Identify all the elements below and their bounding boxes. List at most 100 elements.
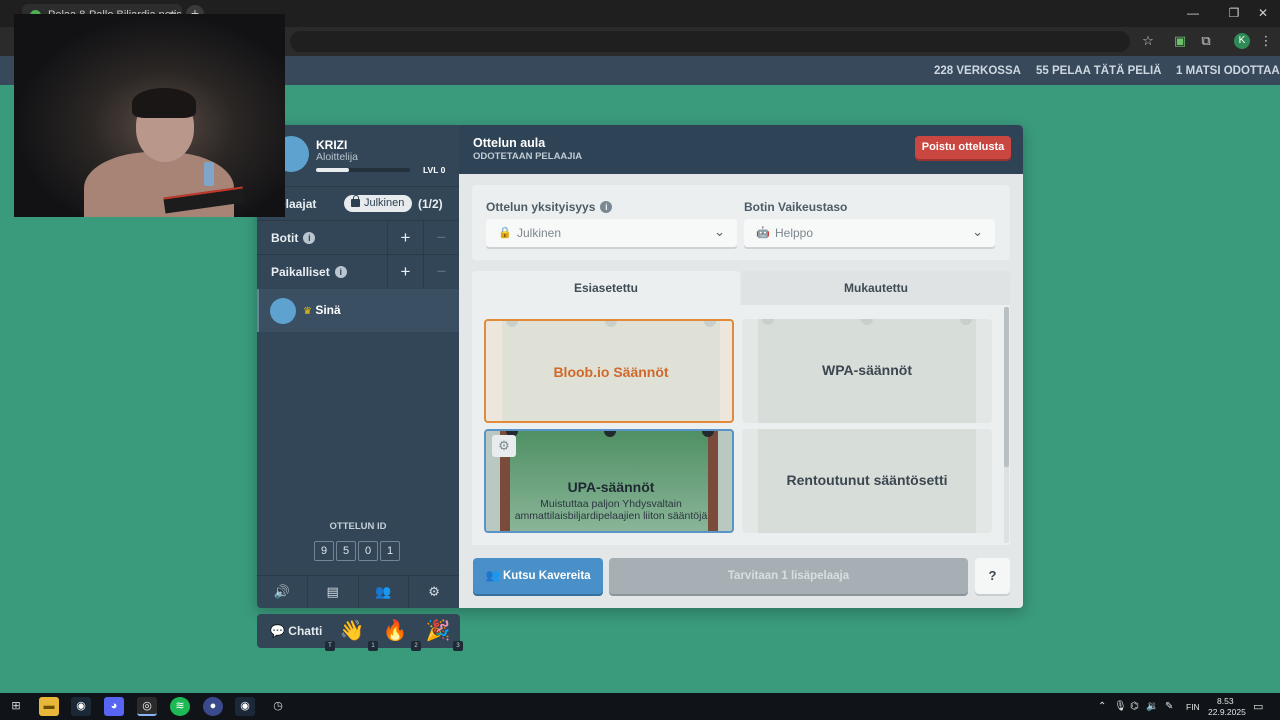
browser-menu-icon[interactable]: ⋮: [1258, 33, 1274, 49]
friends-icon: 👥: [485, 570, 500, 582]
tab-preset[interactable]: Esiasetettu: [472, 271, 740, 305]
fire-emoji-button[interactable]: 🔥: [380, 618, 410, 644]
rules-book-icon[interactable]: ▤: [308, 576, 359, 608]
need-player-button[interactable]: Tarvitaan 1 lisäpelaaja: [609, 558, 968, 594]
match-id-digit: 1: [380, 541, 400, 561]
add-bot-button[interactable]: +: [387, 221, 423, 255]
lobby-status: ODOTETAAN PELAAJIA: [473, 151, 583, 162]
close-window-icon[interactable]: ✕: [1246, 0, 1280, 27]
bots-info-icon[interactable]: i: [303, 232, 316, 244]
lobby-title: Ottelun aula: [473, 136, 546, 150]
key-hint: T: [325, 641, 335, 651]
xp-bar-fill: [316, 168, 349, 172]
notifications-icon[interactable]: ▭: [1253, 700, 1263, 713]
tab-custom[interactable]: Mukautettu: [742, 271, 1010, 305]
rule-card-title: UPA-säännöt: [567, 479, 655, 495]
rule-card-description: Muistuttaa paljon Yhdysvaltain ammattila…: [514, 498, 708, 522]
chrome-icon[interactable]: ◎: [137, 697, 157, 716]
lobby-tool-row: 🔊 ▤ 👥 ⚙: [257, 575, 459, 608]
player-avatar-icon: [270, 298, 296, 324]
wave-emoji-button[interactable]: 👋: [337, 618, 367, 644]
player-name: Sinä: [315, 303, 341, 317]
rule-card-relaxed[interactable]: Rentoutunut sääntösetti: [742, 429, 992, 533]
key-hint: 2: [411, 641, 421, 651]
steam-icon[interactable]: ◉: [235, 697, 255, 716]
rule-settings-gear-icon[interactable]: ⚙: [492, 435, 516, 457]
privacy-label: Ottelun yksityisyys: [486, 200, 596, 214]
match-id: 9 5 0 1: [314, 541, 400, 561]
profile-level: LVL 0: [423, 165, 446, 175]
locals-row: Paikalliset i + −: [257, 254, 459, 289]
clock-date[interactable]: 22.9.2025: [1208, 707, 1246, 717]
rules-grid: Bloob.io Säännöt WPA-säännöt ⚙ UPA-säänn…: [472, 305, 1010, 545]
tray-chevron-icon[interactable]: ⌃: [1098, 701, 1106, 712]
invite-friends-button[interactable]: 👥 Kutsu Kavereita: [473, 558, 603, 594]
webcam-overlay: [14, 14, 285, 217]
clock-time[interactable]: 8.53: [1217, 696, 1234, 706]
rule-card-bloob[interactable]: Bloob.io Säännöt: [484, 319, 734, 423]
profile-name: KRIZI: [316, 138, 348, 152]
players-row: Pelaajat Julkinen (1/2): [257, 186, 459, 220]
settings-gear-icon[interactable]: ⚙: [409, 576, 459, 608]
microphone-icon[interactable]: 🎙: [1114, 701, 1127, 712]
spotify-icon[interactable]: ≋: [170, 697, 190, 716]
rule-card-upa[interactable]: ⚙ UPA-säännöt Muistuttaa paljon Yhdysval…: [484, 429, 734, 533]
file-explorer-icon[interactable]: ▬: [39, 697, 59, 716]
sound-icon[interactable]: 🔊: [257, 576, 308, 608]
chat-button[interactable]: 💬 Chatti: [257, 614, 331, 648]
address-bar[interactable]: [290, 31, 1130, 52]
robot-icon: 🤖: [756, 227, 770, 239]
extensions-puzzle-icon[interactable]: ⧉: [1198, 33, 1214, 49]
steam-icon[interactable]: ◉: [71, 697, 91, 716]
match-lobby: KRIZI Aloittelija LVL 0 Pelaajat Julkine…: [257, 125, 1023, 608]
remove-bot-button[interactable]: −: [423, 221, 459, 255]
online-count: 228 VERKOSSA: [934, 65, 1021, 77]
waiting-count: 1 MATSI ODOTTAA: [1176, 65, 1280, 77]
privacy-select[interactable]: 🔒 Julkinen ⌄: [486, 219, 737, 247]
match-id-digit: 5: [336, 541, 356, 561]
playing-count: 55 PELAA TÄTÄ PELIÄ: [1036, 65, 1162, 77]
visibility-pill[interactable]: Julkinen: [344, 195, 413, 212]
visibility-pill-label: Julkinen: [364, 197, 405, 209]
input-language[interactable]: FIN: [1186, 702, 1200, 712]
rule-card-title: WPA-säännöt: [822, 362, 912, 378]
privacy-info-icon[interactable]: i: [600, 201, 613, 213]
rule-card-title: Bloob.io Säännöt: [553, 364, 669, 380]
chevron-down-icon: ⌄: [972, 224, 983, 239]
privacy-value: Julkinen: [517, 226, 562, 240]
add-local-button[interactable]: +: [387, 255, 423, 289]
player-list-item[interactable]: ♛ Sinä: [257, 289, 459, 332]
volume-icon[interactable]: 🔉: [1146, 701, 1158, 712]
remove-local-button[interactable]: −: [423, 255, 459, 289]
friends-icon[interactable]: 👥: [359, 576, 410, 608]
crown-icon: ♛: [303, 306, 312, 317]
app-orb-icon[interactable]: ●: [203, 697, 223, 716]
app-clock-icon[interactable]: ◷: [268, 697, 288, 716]
party-emoji-button[interactable]: 🎉: [423, 618, 453, 644]
invite-label: Kutsu Kavereita: [502, 570, 591, 582]
leave-match-button[interactable]: Poistu ottelusta: [915, 136, 1011, 159]
key-hint: 1: [368, 641, 378, 651]
lobby-header: Ottelun aula ODOTETAAN PELAAJIA Poistu o…: [459, 125, 1023, 174]
extension-icon[interactable]: ▣: [1172, 33, 1188, 49]
bot-difficulty-value: Helppo: [775, 226, 814, 240]
lock-icon: 🔒: [498, 227, 512, 239]
bookmark-star-icon[interactable]: ☆: [1140, 33, 1156, 49]
profile-avatar[interactable]: K: [1234, 33, 1250, 49]
minimize-window-icon[interactable]: —: [1176, 0, 1210, 27]
discord-icon[interactable]: ◕: [104, 697, 124, 716]
webcam-person-hair: [132, 88, 196, 118]
xp-bar: [316, 168, 410, 172]
help-button[interactable]: ?: [975, 558, 1010, 594]
locals-info-icon[interactable]: i: [334, 266, 347, 278]
bot-difficulty-select[interactable]: 🤖 Helppo ⌄: [744, 219, 995, 247]
key-hint: 3: [453, 641, 463, 651]
player-count: (1/2): [418, 197, 443, 211]
network-icon[interactable]: ⌬: [1130, 701, 1139, 712]
rule-card-wpa[interactable]: WPA-säännöt: [742, 319, 992, 423]
rules-scrollbar-thumb[interactable]: [1004, 307, 1009, 467]
locals-label: Paikalliset: [271, 265, 330, 279]
windows-start-icon[interactable]: ⊞: [6, 697, 26, 716]
chat-bubble-icon: 💬: [270, 624, 285, 638]
pen-icon[interactable]: ✎: [1165, 701, 1173, 712]
